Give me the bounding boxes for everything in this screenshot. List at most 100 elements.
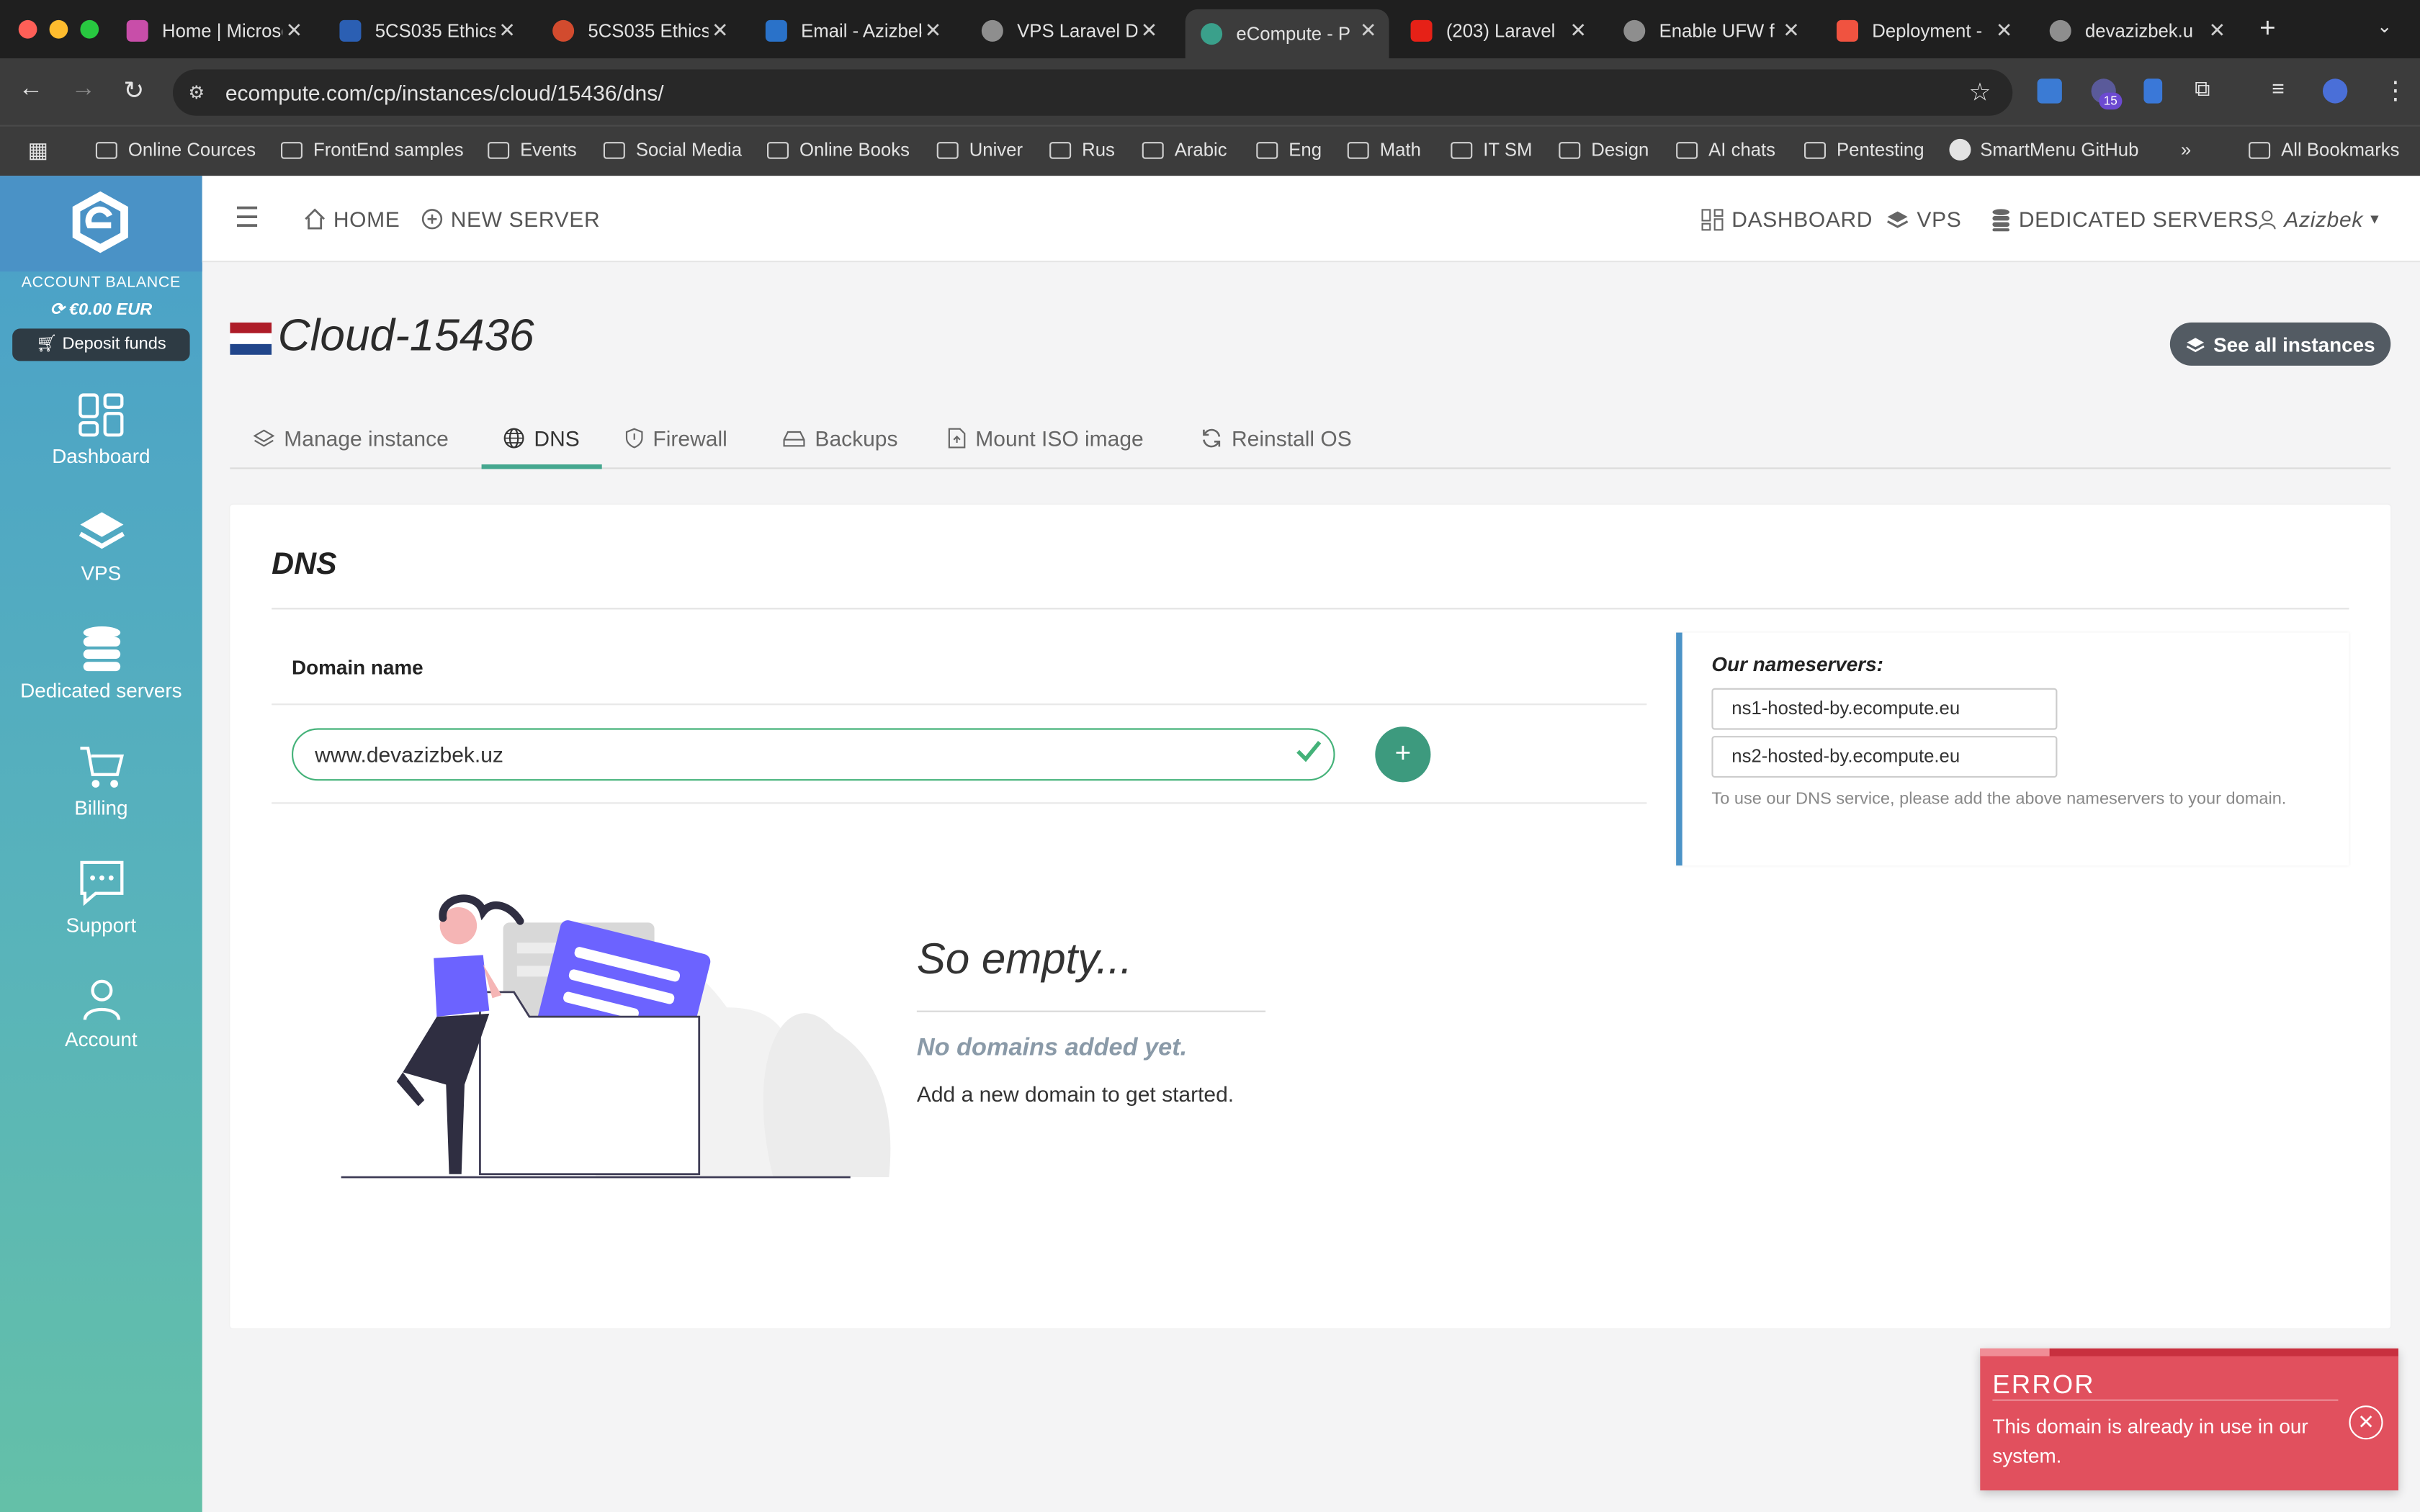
bookmark-folder[interactable]: Social Media	[603, 139, 742, 161]
close-tab-icon[interactable]: ✕	[925, 19, 941, 43]
folder-icon	[1049, 141, 1072, 158]
tab-manage-instance[interactable]: Manage instance	[253, 426, 449, 451]
browser-tab[interactable]: VPS Laravel D ✕	[966, 9, 1170, 53]
close-tab-icon[interactable]: ✕	[1569, 19, 1586, 43]
sidebar-item-label: Dedicated servers	[20, 678, 182, 702]
sidebar-item-account[interactable]: Account	[0, 978, 202, 1050]
bookmark-folder[interactable]: Rus	[1049, 139, 1115, 161]
browser-tab[interactable]: Email - Azizbek ✕	[750, 9, 954, 53]
tab-backups[interactable]: Backups	[782, 426, 898, 451]
close-window-button[interactable]	[18, 19, 37, 39]
domain-name-input[interactable]	[292, 728, 1335, 781]
close-tab-icon[interactable]: ✕	[1360, 19, 1376, 43]
refresh-icon[interactable]: ⟳	[50, 301, 69, 320]
bookmark-folder[interactable]: FrontEnd samples	[281, 139, 464, 161]
sidebar-item-label: VPS	[81, 562, 122, 585]
sidebar-item-support[interactable]: Support	[0, 858, 202, 937]
minimize-window-button[interactable]	[49, 19, 68, 39]
folder-icon	[1676, 141, 1698, 158]
browser-tab[interactable]: 5CS035 Ethics ✕	[537, 9, 741, 53]
close-tab-icon[interactable]: ✕	[1996, 19, 2012, 43]
tab-search-icon[interactable]: ⌄	[2377, 15, 2393, 37]
user-menu[interactable]: Azizbek ▼	[2258, 207, 2382, 231]
nav-home[interactable]: HOME	[304, 207, 400, 231]
dashboard-icon	[1701, 208, 1724, 230]
profile-avatar-icon[interactable]	[2323, 78, 2348, 104]
browser-tab[interactable]: 5CS035 Ethics ✕	[324, 9, 528, 53]
tab-favicon	[765, 19, 787, 42]
all-bookmarks-folder[interactable]: All Bookmarks	[2249, 139, 2399, 161]
folder-icon	[936, 141, 959, 158]
bookmark-folder[interactable]: AI chats	[1676, 139, 1775, 161]
layers-icon	[2186, 337, 2205, 352]
database-icon	[82, 626, 120, 672]
browser-menu-icon[interactable]: ⋮	[2383, 76, 2408, 107]
add-domain-button[interactable]: +	[1375, 726, 1431, 783]
nameserver-field[interactable]: ns1-hosted-by.ecompute.eu	[1711, 688, 2058, 730]
close-tab-icon[interactable]: ✕	[712, 19, 728, 43]
bookmark-folder[interactable]: Math	[1347, 139, 1421, 161]
close-tab-icon[interactable]: ✕	[1783, 19, 1799, 43]
back-icon[interactable]: ←	[19, 76, 43, 104]
sidebar-item-billing[interactable]: Billing	[0, 744, 202, 819]
nav-dashboard[interactable]: DASHBOARD	[1700, 207, 1873, 231]
browser-tab[interactable]: (203) Laravel ✕	[1395, 9, 1599, 53]
nav-dedicated-servers[interactable]: DEDICATED SERVERS	[1991, 207, 2259, 231]
apps-grid-icon[interactable]: ▦	[28, 138, 48, 163]
more-bookmarks-icon[interactable]: »	[2181, 139, 2191, 161]
reload-icon[interactable]: ↻	[123, 76, 144, 107]
browser-tab[interactable]: devazizbek.u ✕	[2034, 9, 2238, 53]
sidebar-item-vps[interactable]: VPS	[0, 509, 202, 585]
address-bar[interactable]: ⚙ ecompute.com/cp/instances/cloud/15436/…	[173, 69, 2013, 116]
shield-icon	[625, 428, 643, 449]
tab-firewall[interactable]: Firewall	[625, 426, 727, 451]
bookmark-folder[interactable]: Online Books	[767, 139, 910, 161]
sidebar-item-dashboard[interactable]: Dashboard	[0, 392, 202, 467]
nav-vps[interactable]: VPS	[1886, 207, 1962, 231]
nav-new-server[interactable]: NEW SERVER	[421, 207, 600, 231]
bookmark-folder[interactable]: Online Cources	[95, 139, 256, 161]
toast-progress-track	[2049, 1348, 2398, 1356]
extension-icon[interactable]	[2143, 78, 2163, 104]
bookmark-folder[interactable]: Events	[488, 139, 577, 161]
extensions-puzzle-icon[interactable]: ⧉	[2195, 76, 2210, 102]
bookmark-folder[interactable]: Eng	[1256, 139, 1322, 161]
close-tab-icon[interactable]: ✕	[1141, 19, 1157, 43]
see-all-instances-button[interactable]: See all instances	[2169, 322, 2391, 366]
new-tab-icon[interactable]: +	[2259, 12, 2276, 45]
folder-icon	[1559, 141, 1581, 158]
chat-icon	[79, 860, 123, 906]
bookmark-folder[interactable]: Arabic	[1142, 139, 1227, 161]
folder-icon	[95, 141, 117, 158]
browser-tab[interactable]: Enable UFW f ✕	[1608, 9, 1812, 53]
ecompute-logo-icon[interactable]	[69, 188, 131, 256]
close-tab-icon[interactable]: ✕	[286, 19, 302, 43]
bookmark-star-icon[interactable]: ☆	[1969, 77, 1991, 108]
cart-icon: 🛒︎	[36, 335, 63, 354]
nameserver-field[interactable]: ns2-hosted-by.ecompute.eu	[1711, 736, 2058, 778]
bookmark-folder[interactable]: Univer	[936, 139, 1023, 161]
bookmark-folder[interactable]: Pentesting	[1804, 139, 1924, 161]
tab-favicon	[552, 19, 575, 42]
sidebar-item-dedicated-servers[interactable]: Dedicated servers	[0, 624, 202, 702]
close-tab-icon[interactable]: ✕	[2209, 19, 2226, 43]
tab-dns[interactable]: DNS	[503, 426, 580, 451]
deposit-funds-button[interactable]: 🛒︎ Deposit funds	[12, 328, 190, 361]
hamburger-menu-icon[interactable]: ☰	[235, 202, 260, 235]
reading-list-icon[interactable]: ≡	[2272, 76, 2285, 100]
site-info-icon[interactable]: ⚙	[188, 82, 205, 104]
browser-tab[interactable]: Deployment - ✕	[1821, 9, 2025, 53]
maximize-window-button[interactable]	[80, 19, 99, 39]
tab-mount-iso[interactable]: Mount ISO image	[948, 426, 1144, 451]
bookmark-link[interactable]: SmartMenu GitHub	[1949, 138, 2138, 161]
close-icon[interactable]: ✕	[2349, 1405, 2383, 1440]
extension-icon[interactable]	[2037, 78, 2062, 104]
browser-tab-active[interactable]: eCompute - P ✕	[1185, 9, 1389, 59]
bookmark-folder[interactable]: Design	[1559, 139, 1649, 161]
bookmark-folder[interactable]: IT SM	[1451, 139, 1532, 161]
tab-reinstall-os[interactable]: Reinstall OS	[1201, 426, 1352, 451]
forward-icon[interactable]: →	[71, 76, 96, 104]
close-tab-icon[interactable]: ✕	[498, 19, 515, 43]
browser-tab[interactable]: Home | Microsoft✕	[111, 9, 315, 53]
netherlands-flag-icon	[230, 322, 272, 355]
